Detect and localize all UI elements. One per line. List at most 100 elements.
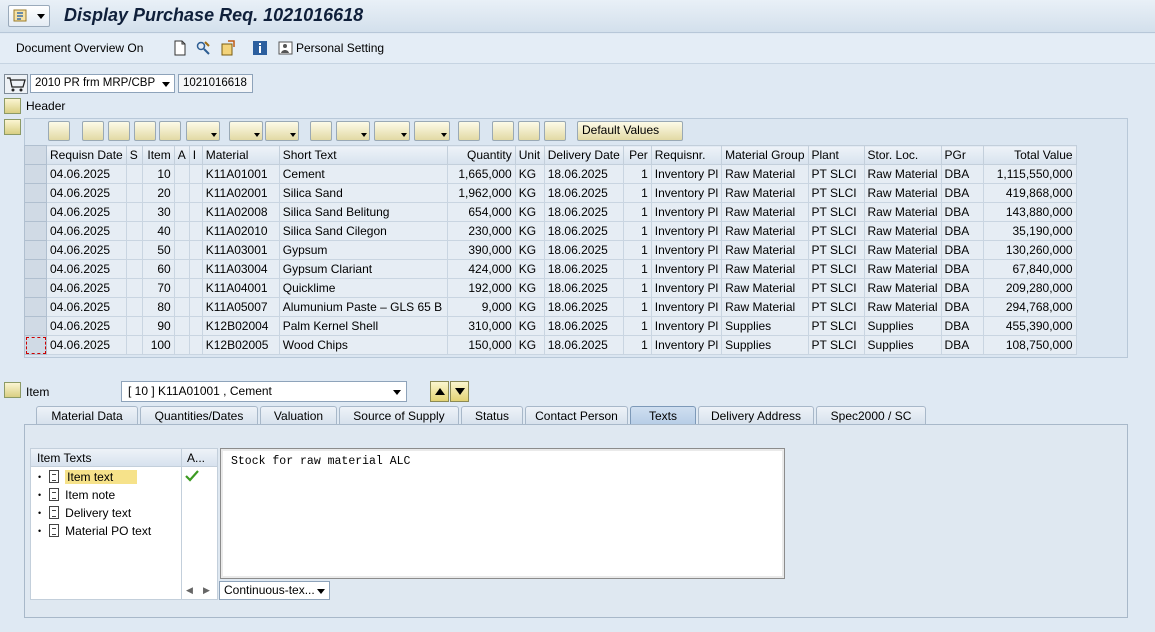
tab-material-data[interactable]: Material Data [36,406,138,425]
tab-texts[interactable]: Texts [630,406,696,425]
tree-item[interactable]: • Delivery text [38,504,131,521]
new-document-icon[interactable] [172,40,188,56]
item-select[interactable]: [ 10 ] K11A01001 , Cement [121,381,407,402]
tree-item-label: Material PO text [65,523,152,538]
print-icon[interactable] [310,121,332,141]
select-all-cell[interactable] [24,145,47,165]
table-row[interactable]: 04.06.2025 90 K12B02004 Palm Kernel Shell 31… [24,316,1077,336]
tab-delivery-address[interactable]: Delivery Address [698,406,814,425]
delete-row-icon[interactable] [518,121,540,141]
row-selector[interactable] [24,240,47,260]
table-cell: 04.06.2025 [46,183,127,203]
subtotal-icon[interactable] [265,121,299,141]
table-row[interactable]: 04.06.2025 70 K11A04001 Quicklime 192,000 KG 1… [24,278,1077,298]
column-header[interactable]: A [173,145,190,165]
tab-source-of-supply[interactable]: Source of Supply [339,406,459,425]
tab-spec2000-sc[interactable]: Spec2000 / SC [816,406,926,425]
column-header[interactable]: Total Value [982,145,1077,165]
copy-icon[interactable] [492,121,514,141]
table-row[interactable]: 04.06.2025 10 K11A01001 Cement 1,665,000 KG 18… [24,164,1077,184]
document-type-select[interactable]: 2010 PR frm MRP/CBP [30,74,175,93]
tab-valuation[interactable]: Valuation [260,406,337,425]
row-selector[interactable] [24,164,47,184]
row-selector[interactable] [24,259,47,279]
row-selector[interactable] [24,335,47,355]
column-header[interactable]: Requisnr. [650,145,723,165]
column-header[interactable]: Delivery Date [543,145,624,165]
filter-icon[interactable] [186,121,220,141]
table-row[interactable]: 04.06.2025 50 K11A03001 Gypsum 390,000 KG 18.0… [24,240,1077,260]
views-icon[interactable] [336,121,370,141]
export-icon[interactable] [374,121,410,141]
row-selector[interactable] [24,297,47,317]
table-row[interactable]: 04.06.2025 30 K11A02008 Silica Sand Belitun… [24,202,1077,222]
row-selector[interactable] [24,221,47,241]
table-cell: 390,000 [446,240,516,260]
column-header[interactable]: Material [201,145,280,165]
column-header[interactable]: I [188,145,203,165]
previous-item-button[interactable] [430,381,449,402]
column-header[interactable]: Per [622,145,652,165]
row-selector[interactable] [24,278,47,298]
info-icon[interactable] [252,40,268,56]
column-header[interactable]: Item [141,145,175,165]
column-header[interactable]: Stor. Loc. [863,145,942,165]
tree-item[interactable]: • Item text [38,468,138,485]
expand-items-icon[interactable] [4,119,21,135]
system-menu-button[interactable] [8,5,50,27]
find-icon[interactable] [134,121,156,141]
document-overview-button[interactable]: Document Overview On [16,41,143,55]
lock-icon[interactable] [544,121,566,141]
format-select[interactable]: Continuous-tex... [219,581,330,600]
layout-icon[interactable] [414,121,450,141]
scroll-left-icon[interactable]: ◀ [186,585,193,596]
tab-quantities-dates[interactable]: Quantities/Dates [140,406,258,425]
table-cell: KG [514,278,545,298]
personal-setting-button[interactable]: Personal Setting [296,41,384,55]
table-row[interactable]: 04.06.2025 20 K11A02001 Silica Sand 1,962,00… [24,183,1077,203]
sort-descending-icon[interactable] [108,121,130,141]
table-row[interactable]: 04.06.2025 60 K11A03004 Gypsum Clariant 424,… [24,259,1077,279]
column-header[interactable]: Quantity [446,145,516,165]
grid-info-icon[interactable] [458,121,480,141]
tree-item[interactable]: • Material PO text [38,522,151,539]
column-header[interactable]: Requisn Date [46,145,127,165]
tab-contact-person[interactable]: Contact Person [525,406,628,425]
table-cell: DBA [940,316,984,336]
column-header[interactable]: S [125,145,143,165]
table-cell: 67,840,000 [982,259,1077,279]
default-values-button[interactable]: Default Values [577,121,683,141]
tab-status[interactable]: Status [461,406,523,425]
shopping-cart-icon[interactable] [4,74,28,94]
table-row[interactable]: 04.06.2025 80 K11A05007 Alumunium Paste – G… [24,297,1077,317]
display-change-icon[interactable] [195,40,211,56]
table-cell: 70 [141,278,175,298]
table-row[interactable]: 04.06.2025 100 K12B02005 Wood Chips 150,000 K… [24,335,1077,355]
expand-header-icon[interactable] [4,98,21,114]
scroll-right-icon[interactable]: ▶ [203,585,210,596]
pr-number-field[interactable]: 1021016618 [178,74,253,93]
table-cell: 108,750,000 [982,335,1077,355]
row-selector[interactable] [24,202,47,222]
details-icon[interactable] [48,121,70,141]
item-text-editor[interactable]: Stock for raw material ALC [220,448,785,579]
find-next-icon[interactable] [159,121,181,141]
next-item-button[interactable] [450,381,469,402]
sum-icon[interactable] [229,121,263,141]
column-header[interactable]: PGr [940,145,984,165]
other-document-icon[interactable] [220,40,236,56]
row-selector[interactable] [24,316,47,336]
table-cell: 1 [622,183,652,203]
table-cell: Inventory Pl [650,259,723,279]
table-row[interactable]: 04.06.2025 40 K11A02010 Silica Sand Cilegon… [24,221,1077,241]
column-header[interactable]: Short Text [278,145,448,165]
column-header[interactable]: Material Group [721,145,809,165]
chevron-down-icon [162,82,170,87]
column-header[interactable]: Unit [514,145,545,165]
column-header[interactable]: Plant [807,145,865,165]
tree-item[interactable]: • Item note [38,486,115,503]
sort-ascending-icon[interactable] [82,121,104,141]
expand-item-detail-icon[interactable] [4,382,21,398]
row-selector[interactable] [24,183,47,203]
personal-setting-icon[interactable] [278,40,294,56]
